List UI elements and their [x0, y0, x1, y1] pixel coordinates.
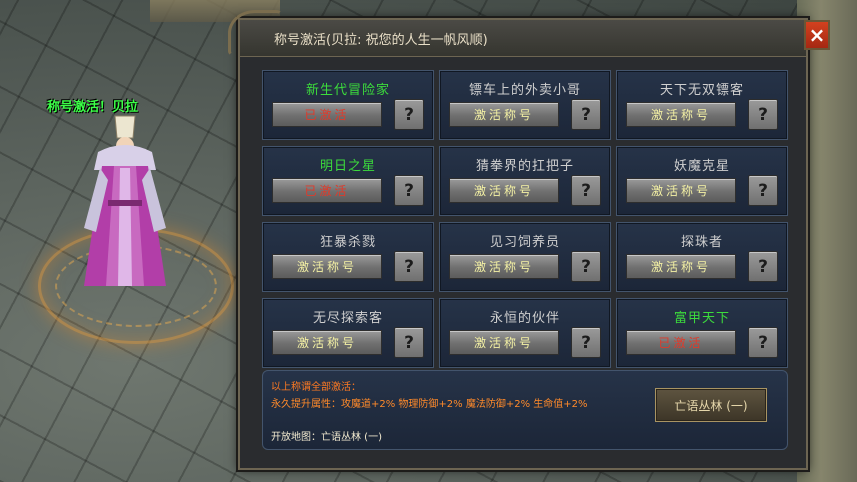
title-grid: 新生代冒险家 已激活 ? 镖车上的外卖小哥 激活称号 ? 天下无双镖客 激活称号… — [262, 70, 788, 368]
activate-title-button[interactable]: 已激活 — [272, 102, 382, 127]
title-card: 永恒的伙伴 激活称号 ? — [439, 298, 611, 368]
activate-title-button[interactable]: 已激活 — [272, 178, 382, 203]
help-icon[interactable]: ? — [394, 251, 424, 282]
bonus-heading: 以上称谓全部激活： — [271, 382, 361, 393]
npc-title-label: 称号激活！贝拉 — [47, 100, 139, 115]
title-card: 猜拳界的扛把子 激活称号 ? — [439, 146, 611, 216]
title-activation-panel: 称号激活(贝拉: 祝您的人生一帆风顺) 新生代冒险家 已激活 ? 镖车上的外卖小… — [228, 10, 808, 470]
title-name: 明日之星 — [319, 159, 376, 174]
title-name: 镖车上的外卖小哥 — [468, 83, 581, 98]
bonus-effect: 永久提升属性：攻魔道+2% 物理防御+2% 魔法防御+2% 生命值+2% — [271, 399, 588, 410]
close-icon[interactable]: × — [804, 20, 830, 50]
activate-title-button[interactable]: 已激活 — [626, 330, 736, 355]
title-name: 富甲天下 — [673, 311, 730, 326]
help-icon[interactable]: ? — [571, 327, 601, 358]
title-card: 富甲天下 已激活 ? — [616, 298, 788, 368]
activate-title-button[interactable]: 激活称号 — [449, 178, 559, 203]
title-card: 天下无双镖客 激活称号 ? — [616, 70, 788, 140]
activate-title-button[interactable]: 激活称号 — [449, 330, 559, 355]
title-card: 镖车上的外卖小哥 激活称号 ? — [439, 70, 611, 140]
title-card: 妖魔克星 激活称号 ? — [616, 146, 788, 216]
npc-bella-character[interactable] — [70, 108, 180, 298]
help-icon[interactable]: ? — [571, 251, 601, 282]
activate-title-button[interactable]: 激活称号 — [272, 254, 382, 279]
title-name: 无尽探索客 — [312, 311, 383, 326]
title-card: 明日之星 已激活 ? — [262, 146, 434, 216]
help-icon[interactable]: ? — [748, 327, 778, 358]
activate-title-button[interactable]: 激活称号 — [626, 102, 736, 127]
title-name: 永恒的伙伴 — [489, 311, 560, 326]
map-teleport-button[interactable]: 亡语丛林 (一) — [655, 388, 767, 422]
help-icon[interactable]: ? — [394, 175, 424, 206]
help-icon[interactable]: ? — [571, 99, 601, 130]
title-card: 见习饲养员 激活称号 ? — [439, 222, 611, 292]
title-name: 天下无双镖客 — [659, 83, 744, 98]
title-name: 狂暴杀戮 — [319, 235, 376, 250]
unlock-map-text: 开放地图：亡语丛林 (一) — [271, 432, 382, 443]
title-name: 见习饲养员 — [489, 235, 560, 250]
title-name: 探珠者 — [680, 235, 723, 250]
title-card: 狂暴杀戮 激活称号 ? — [262, 222, 434, 292]
activate-title-button[interactable]: 激活称号 — [449, 254, 559, 279]
bonus-info-box: 以上称谓全部激活： 永久提升属性：攻魔道+2% 物理防御+2% 魔法防御+2% … — [262, 370, 788, 450]
panel-title: 称号激活(贝拉: 祝您的人生一帆风顺) — [274, 33, 488, 48]
help-icon[interactable]: ? — [394, 99, 424, 130]
help-icon[interactable]: ? — [748, 99, 778, 130]
title-card: 无尽探索客 激活称号 ? — [262, 298, 434, 368]
help-icon[interactable]: ? — [748, 175, 778, 206]
title-name: 猜拳界的扛把子 — [475, 159, 574, 174]
activate-title-button[interactable]: 激活称号 — [272, 330, 382, 355]
title-name: 新生代冒险家 — [305, 83, 390, 98]
help-icon[interactable]: ? — [571, 175, 601, 206]
help-icon[interactable]: ? — [394, 327, 424, 358]
title-card: 新生代冒险家 已激活 ? — [262, 70, 434, 140]
activate-title-button[interactable]: 激活称号 — [626, 178, 736, 203]
activate-title-button[interactable]: 激活称号 — [626, 254, 736, 279]
panel-header: 称号激活(贝拉: 祝您的人生一帆风顺) — [228, 10, 806, 57]
title-name: 妖魔克星 — [673, 159, 730, 174]
activate-title-button[interactable]: 激活称号 — [449, 102, 559, 127]
title-card: 探珠者 激活称号 ? — [616, 222, 788, 292]
help-icon[interactable]: ? — [748, 251, 778, 282]
